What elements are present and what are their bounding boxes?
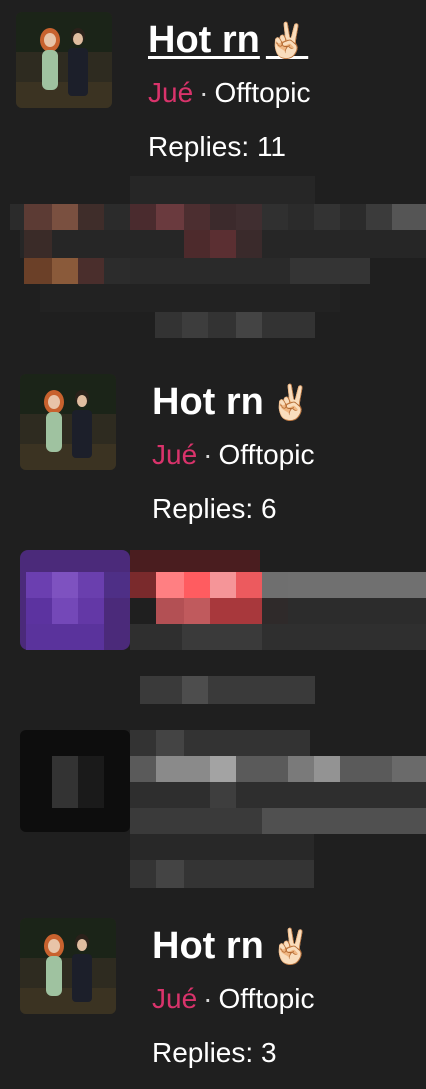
- victory-hand-icon: ✌🏻: [269, 384, 313, 422]
- thread-title[interactable]: Hot rn ✌🏻: [152, 924, 312, 969]
- victory-hand-icon: ✌🏻: [269, 928, 313, 966]
- redacted-thread: [0, 730, 426, 890]
- thread-title-text[interactable]: Hot rn: [152, 381, 264, 423]
- reply-count: Replies: 11: [148, 131, 287, 162]
- thread-title-text[interactable]: Hot rn: [148, 19, 260, 61]
- meta-separator: ·: [199, 77, 209, 108]
- couple-photo-icon: [20, 918, 116, 1014]
- thread-thumbnail[interactable]: [16, 12, 112, 108]
- author-link[interactable]: Jué: [152, 983, 197, 1014]
- redacted-thread: [0, 176, 426, 338]
- pixelated-redaction-icon: [0, 176, 426, 338]
- pixelated-redaction-icon: [0, 730, 426, 890]
- thread-title[interactable]: Hot rn ✌🏻: [152, 380, 312, 425]
- thread-meta: Jué · Offtopic: [152, 438, 314, 472]
- couple-photo-icon: [20, 374, 116, 470]
- category-link[interactable]: Offtopic: [218, 439, 314, 470]
- meta-separator: ·: [203, 983, 213, 1014]
- category-link[interactable]: Offtopic: [218, 983, 314, 1014]
- meta-separator: ·: [203, 439, 213, 470]
- redacted-thread: [0, 546, 426, 706]
- thread-list: Hot rn ✌🏻 Jué · Offtopic Replies: 11 Hot…: [0, 0, 426, 1089]
- author-link[interactable]: Jué: [148, 77, 193, 108]
- reply-count: Replies: 3: [152, 1037, 277, 1068]
- thread-title[interactable]: Hot rn ✌🏻: [148, 18, 308, 63]
- thread-meta: Jué · Offtopic: [152, 982, 314, 1016]
- thread-meta: Jué · Offtopic: [148, 76, 310, 110]
- couple-photo-icon: [16, 12, 112, 108]
- thread-thumbnail[interactable]: [20, 374, 116, 470]
- pixelated-redaction-icon: [0, 546, 426, 706]
- victory-hand-icon: ✌🏻: [265, 22, 309, 60]
- thread-thumbnail[interactable]: [20, 918, 116, 1014]
- author-link[interactable]: Jué: [152, 439, 197, 470]
- reply-count: Replies: 6: [152, 493, 277, 524]
- thread-title-text[interactable]: Hot rn: [152, 925, 264, 967]
- category-link[interactable]: Offtopic: [214, 77, 310, 108]
